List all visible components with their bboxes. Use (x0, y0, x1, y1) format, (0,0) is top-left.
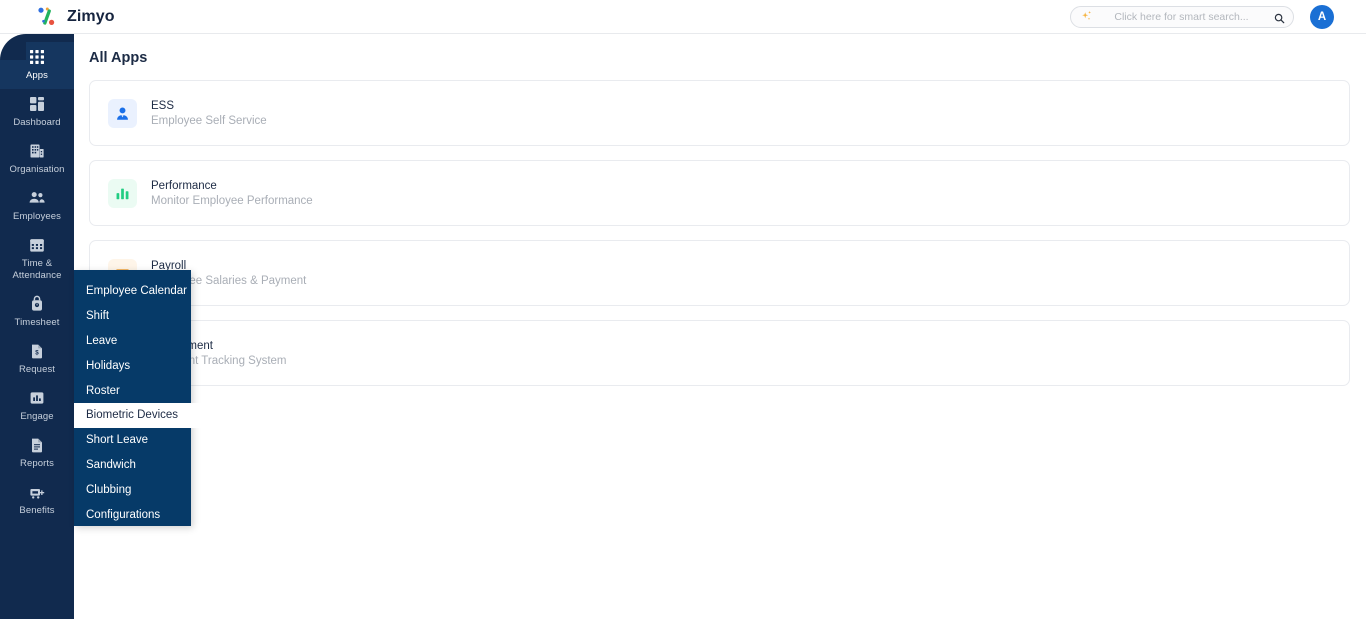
app-card-description: Employee Self Service (151, 114, 267, 127)
sidebar-item-timesheet[interactable]: Timesheet (0, 289, 74, 336)
engage-chart-icon (28, 389, 46, 407)
menu-item-configurations[interactable]: Configurations (74, 502, 191, 527)
apps-card-list: ESS Employee Self Service Performance Mo… (89, 80, 1366, 386)
avatar[interactable]: A (1310, 4, 1334, 29)
request-doc-icon: $ (28, 342, 46, 360)
bar-chart-icon (108, 178, 137, 208)
sidebar-nav-list: Apps Dashboard Organisation Employees Ti… (0, 34, 74, 524)
sidebar-item-label: Employees (13, 211, 61, 222)
benefits-cart-icon (28, 483, 46, 501)
sidebar-rounded-corner (0, 34, 26, 60)
app-card-payroll[interactable]: Payroll Employee Salaries & Payment (89, 240, 1350, 306)
sidebar-item-label: Apps (25, 70, 49, 81)
menu-item-short-leave[interactable]: Short Leave (74, 428, 191, 453)
brand[interactable]: Zimyo (36, 6, 115, 28)
sidebar-item-time-attendance[interactable]: Time & Attendance (0, 230, 74, 289)
sidebar-item-label: Benefits (19, 505, 55, 516)
search-input[interactable]: Click here for smart search... (1070, 5, 1294, 28)
building-icon (28, 142, 46, 160)
sidebar-item-reports[interactable]: Reports (0, 430, 74, 477)
zimyo-percent-logo-icon (36, 6, 58, 28)
sidebar-item-label: Organisation (9, 164, 65, 175)
dashboard-icon (28, 95, 46, 113)
calendar-icon (28, 236, 46, 254)
menu-item-clubbing[interactable]: Clubbing (74, 477, 191, 502)
page-title: All Apps (89, 50, 148, 66)
person-icon (108, 98, 137, 128)
brand-name: Zimyo (67, 7, 115, 25)
sidebar-item-request[interactable]: $ Request (0, 336, 74, 383)
menu-item-holidays[interactable]: Holidays (74, 353, 191, 378)
app-card-text: Performance Monitor Employee Performance (151, 180, 313, 207)
app-card-name: Performance (151, 179, 217, 192)
top-bar-right: Click here for smart search... A (1070, 4, 1334, 29)
menu-item-employee-calendar[interactable]: Employee Calendar (74, 279, 191, 304)
menu-item-sandwich[interactable]: Sandwich (74, 453, 191, 478)
sidebar-item-label: Request (18, 364, 56, 375)
sidebar-item-dashboard[interactable]: Dashboard (0, 89, 74, 136)
main-content: All Apps ESS Employee Self Service Perfo… (74, 34, 1366, 619)
menu-item-biometric-devices[interactable]: Biometric Devices (74, 402, 206, 428)
svg-text:$: $ (35, 350, 39, 357)
sidebar-item-label: Time & Attendance (12, 258, 62, 281)
time-attendance-flyout-menu: Employee Calendar Shift Leave Holidays R… (74, 270, 206, 527)
sidebar-item-benefits[interactable]: Benefits (0, 477, 74, 524)
sparkle-icon (1080, 10, 1093, 23)
app-card-performance[interactable]: Performance Monitor Employee Performance (89, 160, 1350, 226)
sidebar-item-label: Dashboard (13, 117, 61, 128)
sidebar-item-engage[interactable]: Engage (0, 383, 74, 430)
sidebar-item-label: Timesheet (14, 317, 60, 328)
sidebar-item-organisation[interactable]: Organisation (0, 136, 74, 183)
menu-item-roster[interactable]: Roster (74, 378, 191, 403)
menu-item-leave[interactable]: Leave (74, 329, 191, 354)
app-card-description: Monitor Employee Performance (151, 194, 313, 207)
app-root: Zimyo Click here for smart search... A A… (0, 0, 1366, 619)
app-card-name: ESS (151, 99, 175, 112)
sidebar-item-label: Reports (20, 458, 54, 469)
sidebar-item-employees[interactable]: Employees (0, 183, 74, 230)
app-card-text: ESS Employee Self Service (151, 100, 267, 127)
sidebar: Apps Dashboard Organisation Employees Ti… (0, 34, 74, 619)
timesheet-icon (28, 295, 46, 313)
search-icon[interactable] (1274, 11, 1285, 24)
sidebar-item-label: Engage (20, 411, 54, 422)
reports-doc-icon (28, 436, 46, 454)
search-placeholder-text: Click here for smart search... (1114, 10, 1249, 23)
people-icon (28, 189, 46, 207)
app-card-recruitment[interactable]: Recruitment Applicant Tracking System (89, 320, 1350, 386)
menu-item-shift[interactable]: Shift (74, 304, 191, 329)
top-bar: Zimyo Click here for smart search... A (0, 0, 1366, 34)
grid-apps-icon (28, 48, 46, 66)
app-card-ess[interactable]: ESS Employee Self Service (89, 80, 1350, 146)
